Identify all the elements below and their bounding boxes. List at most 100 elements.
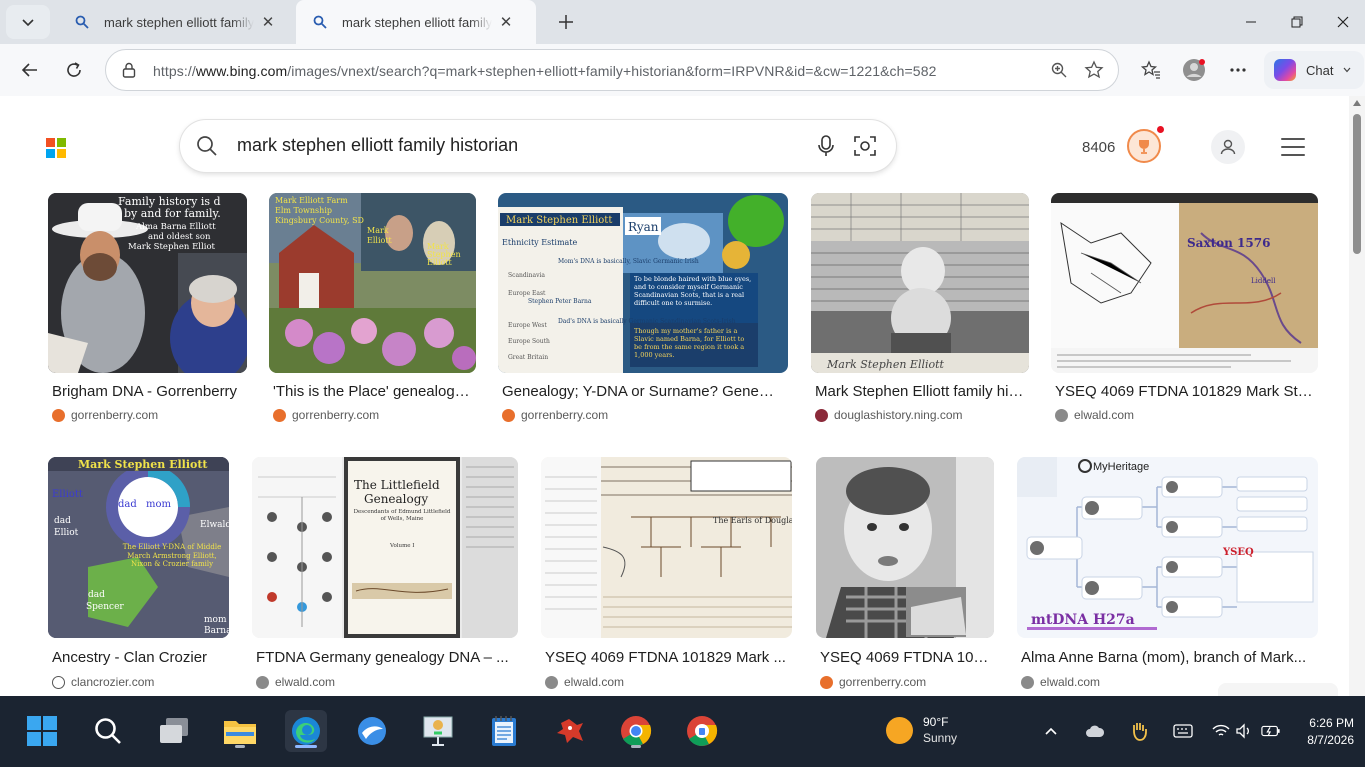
menu-button[interactable] bbox=[1281, 138, 1305, 156]
battery-tray[interactable] bbox=[1261, 721, 1281, 741]
copilot-chat-button[interactable]: Chat bbox=[1264, 51, 1364, 89]
image-result[interactable]: YSEQ 4069 FTDNA 101... gorrenberry.com bbox=[816, 457, 994, 692]
keyboard-tray[interactable] bbox=[1173, 721, 1193, 741]
new-tab-button[interactable] bbox=[552, 8, 580, 36]
sun-icon bbox=[886, 716, 913, 744]
system-clock[interactable]: 6:26 PM 8/7/2026 bbox=[1290, 715, 1354, 749]
app-red-character-icon[interactable] bbox=[549, 710, 591, 752]
feedback-tab[interactable] bbox=[1218, 683, 1338, 696]
thumb-caption: The Littlefield bbox=[354, 478, 440, 492]
image-result[interactable]: Saxton 1576 Liddell YSEQ 4069 FTDNA 1018… bbox=[1051, 193, 1318, 423]
edge-browser-app[interactable] bbox=[285, 710, 327, 752]
tab-actions-menu-button[interactable] bbox=[6, 5, 50, 39]
favorites-button[interactable] bbox=[1138, 57, 1164, 83]
hand-app-tray[interactable] bbox=[1129, 721, 1149, 741]
image-result[interactable]: Family history is d by and for family. A… bbox=[48, 193, 247, 423]
volume-tray[interactable] bbox=[1234, 721, 1254, 741]
url-text[interactable]: https://www.bing.com/images/vnext/search… bbox=[153, 63, 936, 79]
result-thumbnail[interactable]: Mark Stephen Elliott Elliott dad mom dad… bbox=[48, 457, 229, 638]
minimize-button[interactable] bbox=[1228, 0, 1274, 44]
result-thumbnail[interactable]: Family history is d by and for family. A… bbox=[48, 193, 247, 373]
app-swift-icon[interactable] bbox=[351, 710, 393, 752]
image-result[interactable]: MyHeritage YSEQ mtDNA H27a Alma Anne Bar… bbox=[1017, 457, 1318, 692]
result-title[interactable]: YSEQ 4069 FTDNA 101829 Mark ... bbox=[545, 649, 790, 666]
result-source[interactable]: clancrozier.com bbox=[52, 675, 154, 689]
visual-search-icon[interactable] bbox=[853, 134, 877, 158]
result-thumbnail[interactable]: Mark Elliott Farm Elm Township Kingsbury… bbox=[269, 193, 476, 373]
microsoft-logo[interactable] bbox=[46, 138, 66, 158]
star-icon[interactable] bbox=[1084, 60, 1104, 80]
task-view-button[interactable] bbox=[153, 710, 195, 752]
result-source[interactable]: gorrenberry.com bbox=[273, 408, 379, 422]
settings-more-button[interactable] bbox=[1225, 57, 1251, 83]
result-thumbnail[interactable]: MyHeritage YSEQ mtDNA H27a bbox=[1017, 457, 1318, 638]
result-title[interactable]: FTDNA Germany genealogy DNA – ... bbox=[256, 649, 516, 666]
thumb-caption: Liddell bbox=[1251, 277, 1276, 285]
result-thumbnail[interactable]: Saxton 1576 Liddell bbox=[1051, 193, 1318, 373]
wifi-tray[interactable] bbox=[1211, 721, 1231, 741]
rewards-medal-icon[interactable] bbox=[1127, 129, 1161, 163]
profile-button[interactable] bbox=[1181, 57, 1207, 83]
result-title[interactable]: Brigham DNA - Gorrenberry bbox=[52, 383, 247, 400]
result-title[interactable]: YSEQ 4069 FTDNA 101... bbox=[820, 649, 992, 666]
microphone-icon[interactable] bbox=[816, 134, 836, 158]
image-result[interactable]: Mark Stephen Elliott Mark Stephen Elliot… bbox=[811, 193, 1029, 423]
zoom-icon[interactable] bbox=[1050, 61, 1068, 79]
result-title[interactable]: Mark Stephen Elliott family historia... bbox=[815, 383, 1029, 400]
result-thumbnail[interactable]: The Earls of Douglas bbox=[541, 457, 792, 638]
result-source[interactable]: elwald.com bbox=[1055, 408, 1134, 422]
restore-button[interactable] bbox=[1274, 0, 1320, 44]
result-thumbnail[interactable] bbox=[816, 457, 994, 638]
weather-widget[interactable]: 90°F Sunny bbox=[886, 714, 957, 746]
result-thumbnail[interactable]: Mark Stephen Elliott Ryan Ethnicity Esti… bbox=[498, 193, 788, 373]
tab-2-active[interactable]: mark stephen elliott family historian ✕ bbox=[296, 0, 536, 44]
scroll-up-icon[interactable] bbox=[1353, 100, 1361, 106]
result-source[interactable]: gorrenberry.com bbox=[52, 408, 158, 422]
sign-in-button[interactable] bbox=[1211, 130, 1245, 164]
result-title[interactable]: 'This is the Place' genealogy a... bbox=[273, 383, 476, 400]
onedrive-tray[interactable] bbox=[1085, 721, 1105, 741]
tab-1[interactable]: mark stephen elliott family historian ✕ bbox=[58, 0, 290, 44]
start-button[interactable] bbox=[21, 710, 63, 752]
thumb-caption: Elwald bbox=[200, 520, 229, 530]
back-button[interactable] bbox=[16, 56, 44, 84]
chrome-secondary-app[interactable] bbox=[681, 710, 723, 752]
chrome-app[interactable] bbox=[615, 710, 657, 752]
result-title[interactable]: YSEQ 4069 FTDNA 101829 Mark Steph... bbox=[1055, 383, 1317, 400]
show-hidden-icons-button[interactable] bbox=[1041, 721, 1061, 741]
result-source[interactable]: gorrenberry.com bbox=[820, 675, 926, 689]
close-window-button[interactable] bbox=[1320, 0, 1365, 44]
refresh-button[interactable] bbox=[60, 56, 88, 84]
address-bar[interactable]: https://www.bing.com/images/vnext/search… bbox=[105, 49, 1119, 91]
result-title[interactable]: Alma Anne Barna (mom), branch of Mark... bbox=[1021, 649, 1317, 666]
taskbar-search-button[interactable] bbox=[87, 710, 129, 752]
image-result[interactable]: The Earls of Douglas YSEQ 4069 FTDNA 101… bbox=[541, 457, 792, 692]
image-result[interactable]: Mark Stephen Elliott Ryan Ethnicity Esti… bbox=[498, 193, 788, 423]
image-result[interactable]: The Littlefield Genealogy Descendants of… bbox=[252, 457, 518, 692]
close-tab-icon[interactable]: ✕ bbox=[258, 12, 278, 32]
result-source[interactable]: elwald.com bbox=[545, 675, 624, 689]
notepad-app[interactable] bbox=[483, 710, 525, 752]
result-title[interactable]: Ancestry - Clan Crozier bbox=[52, 649, 230, 666]
close-tab-icon[interactable]: ✕ bbox=[496, 12, 516, 32]
lock-icon[interactable] bbox=[122, 62, 136, 78]
rewards-points[interactable]: 8406 bbox=[1082, 139, 1115, 156]
result-source[interactable]: douglashistory.ning.com bbox=[815, 408, 963, 422]
image-result[interactable]: Mark Elliott Farm Elm Township Kingsbury… bbox=[269, 193, 476, 423]
search-query[interactable]: mark stephen elliott family historian bbox=[237, 135, 518, 156]
scrollbar-thumb[interactable] bbox=[1353, 114, 1361, 254]
result-source[interactable]: elwald.com bbox=[1021, 675, 1100, 689]
result-source[interactable]: gorrenberry.com bbox=[502, 408, 608, 422]
app-presentation-icon[interactable] bbox=[417, 710, 459, 752]
result-source[interactable]: elwald.com bbox=[256, 675, 335, 689]
file-explorer-app[interactable] bbox=[219, 710, 261, 752]
thumbnail-map-image: Mark Stephen Elliott Elliott dad mom dad… bbox=[48, 457, 229, 638]
result-thumbnail[interactable]: The Littlefield Genealogy Descendants of… bbox=[252, 457, 518, 638]
result-thumbnail[interactable]: Mark Stephen Elliott bbox=[811, 193, 1029, 373]
search-icon[interactable] bbox=[196, 135, 218, 157]
image-result[interactable]: Mark Stephen Elliott Elliott dad mom dad… bbox=[48, 457, 229, 692]
search-box[interactable]: mark stephen elliott family historian bbox=[180, 120, 896, 172]
site-favicon-icon bbox=[820, 675, 833, 689]
result-title[interactable]: Genealogy; Y-DNA or Surname? Genealogy..… bbox=[502, 383, 782, 400]
page-scrollbar[interactable] bbox=[1349, 96, 1365, 696]
